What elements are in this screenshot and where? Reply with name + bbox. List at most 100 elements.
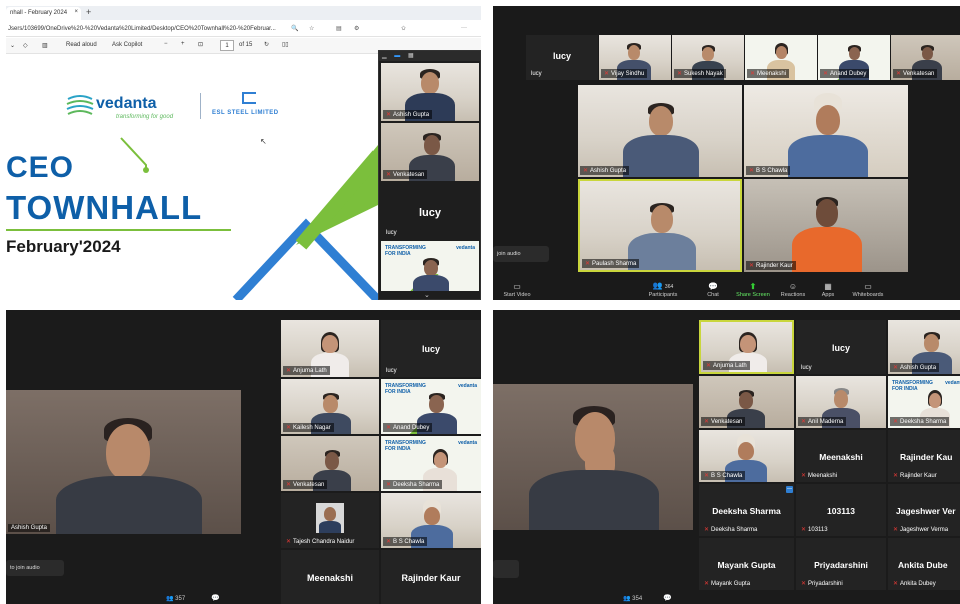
video-tile[interactable]: Rajinder Kaur (381, 550, 481, 604)
participant-name: ✕ Venkatesan (283, 480, 328, 489)
layout-icon[interactable]: ▯▯ (282, 41, 289, 48)
video-tile[interactable]: TRANSFORMING FOR INDIA vedanta ✕Deeksha … (888, 376, 960, 428)
participants-count[interactable]: 👥 354 (623, 595, 642, 602)
video-tile[interactable]: ✕ Venkatesan (281, 436, 379, 491)
video-tile[interactable]: ✕ Venkatesan (891, 35, 960, 80)
extensions-icon[interactable]: ⚙ (354, 25, 359, 32)
video-tile[interactable]: ✕ B S Chawla (744, 85, 908, 177)
video-tile[interactable]: lucy lucy (796, 320, 886, 374)
zoom-icon[interactable]: 🔍 (291, 25, 298, 32)
video-tile[interactable]: Meenakshi (281, 550, 379, 604)
mic-muted-icon: ✕ (896, 71, 902, 77)
video-tile[interactable]: ✕ Ashish Gupta (578, 85, 742, 177)
mic-muted-icon: ✕ (893, 581, 899, 587)
video-tile[interactable]: ✕ Paulash Sharma (578, 179, 742, 272)
video-tile[interactable]: ✕ Ashish Gupta (381, 63, 479, 121)
tab-title: nhall - February 2024 (10, 10, 68, 16)
zoom-in-icon[interactable]: + (181, 41, 185, 47)
participant-name: lucy (386, 368, 397, 374)
chat-button[interactable]: 💬 Chat (693, 282, 733, 298)
erase-icon[interactable]: ◇ (23, 42, 28, 49)
video-tile[interactable]: ✕ Venkatesan (381, 123, 479, 181)
view-icon[interactable]: ▥ (42, 42, 48, 49)
page-number-input[interactable]: 1 (220, 40, 234, 51)
chat-icon[interactable]: 💬 (211, 594, 220, 602)
ask-copilot-button[interactable]: Ask Copilot (112, 42, 142, 48)
grid-icon[interactable]: ▦ (408, 53, 414, 59)
zoom-meeting-screenshot: Ashish Gupta to join audio 👥 357 💬 ✕ Anju… (6, 310, 481, 604)
participant-display-name: lucy (418, 206, 441, 219)
video-tile[interactable]: ✕ Anil Maderna (796, 376, 886, 428)
participants-count[interactable]: 👥 357 (166, 595, 185, 602)
video-tile[interactable]: ✕ Anand Dubey (818, 35, 890, 80)
video-tile[interactable]: ✕ Rajinder Kaur (744, 179, 908, 272)
participant-name: ✕ Anand Dubey (383, 423, 433, 432)
video-tile[interactable]: Meenakshi ✕ Meenakshi (796, 430, 886, 482)
participant-name: ✕ Venkatesan (701, 417, 746, 426)
address-bar[interactable]: Jsers/103699/OneDrive%20-%20Vedanta%20Li… (6, 22, 481, 37)
close-icon[interactable]: × (74, 9, 78, 15)
video-tile[interactable]: TRANSFORMING FOR INDIA vedanta (381, 241, 479, 291)
video-tile[interactable]: ✕ Meenakshi (745, 35, 817, 80)
video-tile[interactable]: ✕ B S Chawla (699, 430, 794, 482)
video-tile[interactable]: Ankita Dube ✕ Ankita Dubey (888, 538, 960, 590)
layout-icon[interactable]: ▬ (394, 53, 400, 59)
background-logo: vedanta (456, 245, 475, 251)
zoom-floating-panel: ▁ ▬ ▦ ✕ Ashish Gupta ✕ Venkatesan lucy luc… (378, 50, 481, 300)
participant-display-name: Ankita Dube (898, 559, 948, 570)
video-tile[interactable]: lucy lucy (381, 320, 481, 377)
participants-button[interactable]: 👥 364 Participants (643, 281, 683, 298)
video-tile[interactable]: ✕ Anjuma Lath (699, 320, 794, 374)
mic-muted-icon: ✕ (386, 172, 392, 178)
zoom-out-icon[interactable]: − (164, 41, 168, 47)
join-audio-tooltip[interactable]: join audio (493, 246, 549, 262)
video-tile[interactable]: lucy lucy (381, 183, 479, 239)
video-tile[interactable]: ✕ Sukesh Nayak (672, 35, 744, 80)
mic-muted-icon: ✕ (286, 482, 292, 488)
chevron-down-icon[interactable]: ⌄ (424, 291, 430, 299)
video-tile[interactable]: Mayank Gupta ✕ Mayank Gupta (699, 538, 794, 590)
video-tile[interactable]: Priyadarshini ✕ Priyadarshini (796, 538, 886, 590)
video-tile[interactable]: TRANSFORMING FOR INDIA vedanta ✕Deeksha … (381, 436, 481, 491)
video-tile[interactable]: ✕ Anjuma Lath (281, 320, 379, 377)
video-tile[interactable]: ✕ Kailesh Nagar (281, 379, 379, 434)
participant-name: ✕ Ashish Gupta (580, 166, 630, 175)
participant-name: ✕ Deeksha Sharma (890, 417, 950, 426)
whiteboards-button[interactable]: ▭ Whiteboards (848, 282, 888, 298)
read-aloud-button[interactable]: Read aloud (66, 42, 97, 48)
rotate-icon[interactable]: ↻ (264, 41, 269, 48)
participant-name: ✕ Meenakshi (747, 69, 790, 78)
draw-icon[interactable]: ⌄ (10, 42, 15, 49)
video-tile[interactable]: 103113 ✕ 103113 (796, 484, 886, 536)
video-tile[interactable]: ✕ Tajesh Chandra Naidur (281, 493, 379, 548)
reader-icon[interactable]: ▤ (336, 25, 342, 32)
reactions-button[interactable]: ☺ Reactions (773, 282, 813, 298)
start-video-button[interactable]: ▭ Start Video (497, 282, 537, 298)
mic-muted-icon: ✕ (893, 473, 899, 479)
video-tile[interactable]: Rajinder Kau ✕ Rajinder Kaur (888, 430, 960, 482)
profile-photo (316, 503, 344, 533)
video-tile[interactable]: ✕ Ashish Gupta (888, 320, 960, 374)
video-tile[interactable]: TRANSFORMING FOR INDIA vedanta ✕ Anand Du… (381, 379, 481, 434)
video-tile[interactable]: ✕ Venkatesan (699, 376, 794, 428)
new-tab-icon[interactable]: + (86, 7, 91, 17)
share-screen-button[interactable]: ⬆ Share Screen (733, 282, 773, 298)
join-audio-tooltip[interactable]: to join audio (6, 560, 64, 576)
speaker-video[interactable] (493, 384, 693, 530)
chat-icon[interactable]: 💬 (663, 594, 672, 602)
minimize-icon[interactable]: ▁ (382, 53, 387, 59)
star-icon[interactable]: ☆ (309, 25, 314, 32)
fit-icon[interactable]: ⊡ (198, 41, 203, 48)
video-tile[interactable]: ― Deeksha Sharma ✕ Deeksha Sharma (699, 484, 794, 536)
speaker-video[interactable]: Ashish Gupta (6, 390, 241, 534)
more-icon[interactable]: ··· (461, 25, 467, 31)
video-tile[interactable]: Jageshwer Ver ✕ Jageshwer Verma (888, 484, 960, 536)
share-icon: ⬆ (749, 282, 757, 291)
browser-tab[interactable]: nhall - February 2024 × (6, 7, 81, 20)
apps-button[interactable]: ▦ Apps (808, 282, 848, 298)
video-tile[interactable]: lucy lucy (526, 35, 598, 80)
join-audio-tooltip[interactable] (493, 560, 519, 578)
favorites-icon[interactable]: ✩ (401, 25, 406, 32)
video-tile[interactable]: ✕ B S Chawla (381, 493, 481, 548)
video-tile[interactable]: ✕ Vijay Sindhu (599, 35, 671, 80)
